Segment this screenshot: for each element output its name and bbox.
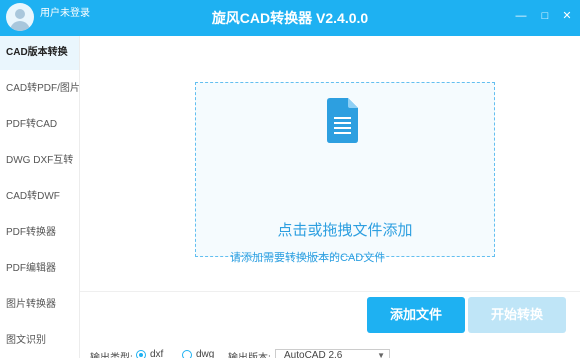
sidebar-item-ocr[interactable]: 图文识别 bbox=[0, 324, 79, 358]
dwg-radio[interactable] bbox=[182, 350, 192, 358]
sidebar-item-cad-version-convert[interactable]: CAD版本转换 bbox=[0, 36, 79, 70]
dwg-radio-label: dwg bbox=[196, 349, 215, 358]
app-title: 旋风CAD转换器 V2.4.0.0 bbox=[211, 10, 369, 26]
output-version-label: 输出版本: bbox=[228, 349, 271, 358]
output-version-select[interactable]: AutoCAD 2.6 ▼ bbox=[275, 349, 390, 358]
sidebar: CAD版本转换 CAD转PDF/图片 PDF转CAD DWG DXF互转 CAD… bbox=[0, 36, 80, 358]
document-icon bbox=[327, 98, 358, 143]
sidebar-item-image-converter[interactable]: 图片转换器 bbox=[0, 288, 79, 322]
start-convert-button[interactable]: 开始转换 bbox=[468, 297, 566, 333]
main-panel: 点击或拖拽文件添加 请添加需要转换版本的CAD文件 添加文件 开始转换 bbox=[80, 36, 580, 358]
sidebar-item-cad-to-pdf[interactable]: CAD转PDF/图片 bbox=[0, 72, 79, 106]
dxf-radio[interactable] bbox=[136, 350, 146, 358]
output-version-value: AutoCAD 2.6 bbox=[284, 350, 343, 358]
sidebar-item-pdf-to-cad[interactable]: PDF转CAD bbox=[0, 108, 79, 142]
divider bbox=[80, 291, 580, 292]
sidebar-item-pdf-converter[interactable]: PDF转换器 bbox=[0, 216, 79, 250]
drop-zone-text: 点击或拖拽文件添加 bbox=[277, 222, 413, 239]
dxf-radio-label: dxf bbox=[150, 349, 164, 358]
sidebar-item-pdf-editor[interactable]: PDF编辑器 bbox=[0, 252, 79, 286]
sidebar-item-cad-to-dwf[interactable]: CAD转DWF bbox=[0, 180, 79, 214]
minimize-icon[interactable]: — bbox=[514, 9, 528, 23]
sidebar-item-dwg-dxf[interactable]: DWG DXF互转 bbox=[0, 144, 79, 178]
output-type-label: 输出类型: bbox=[90, 349, 133, 358]
chevron-down-icon: ▼ bbox=[377, 351, 385, 358]
title-bar: 用户未登录 旋风CAD转换器 V2.4.0.0 — □ ✕ bbox=[0, 0, 580, 36]
add-cad-file-hint-link[interactable]: 请添加需要转换版本的CAD文件 bbox=[230, 249, 530, 265]
close-icon[interactable]: ✕ bbox=[560, 9, 574, 23]
maximize-icon[interactable]: □ bbox=[538, 9, 552, 23]
add-file-button[interactable]: 添加文件 bbox=[367, 297, 465, 333]
file-drop-zone[interactable]: 点击或拖拽文件添加 bbox=[195, 82, 495, 257]
